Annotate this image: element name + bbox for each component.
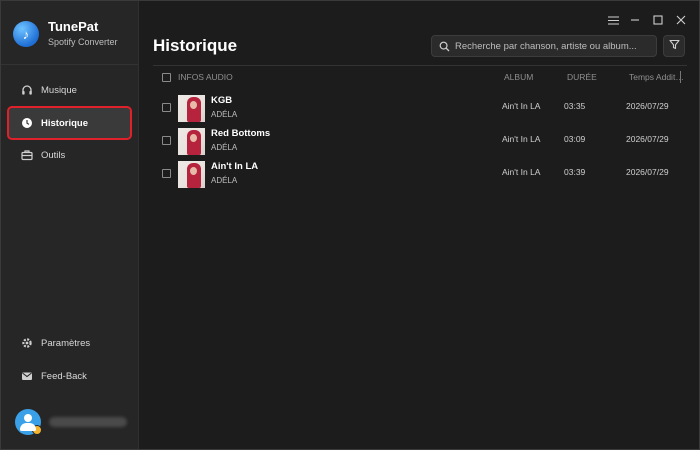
track-album: Ain't In LA	[502, 167, 541, 177]
premium-badge-icon	[32, 425, 42, 435]
app-window: ♪ TunePat Spotify Converter Musique Hist…	[0, 0, 700, 450]
track-date-added: 2026/07/29	[626, 167, 669, 177]
column-header-album[interactable]: ALBUM	[504, 72, 533, 82]
account-name-blurred	[49, 417, 127, 427]
sidebar-divider	[1, 64, 138, 65]
table-row[interactable]: Ain't In LA ADÉLA Ain't In LA 03:39 2026…	[153, 158, 687, 190]
headphones-icon	[21, 84, 33, 96]
column-header-infos-audio[interactable]: INFOS AUDIO	[178, 72, 233, 82]
column-header-duree[interactable]: DURÉE	[567, 72, 597, 82]
maximize-icon[interactable]	[651, 13, 665, 27]
menu-icon[interactable]	[606, 13, 620, 27]
column-header-temps-addition[interactable]: Temps Addition...	[629, 72, 684, 82]
sidebar-item-musique[interactable]: Musique	[9, 75, 130, 105]
sidebar-item-label: Feed-Back	[41, 370, 87, 382]
track-duration: 03:35	[564, 101, 586, 111]
gear-icon	[21, 337, 33, 349]
tunepat-logo-icon: ♪	[13, 21, 39, 47]
sidebar-item-label: Historique	[41, 117, 88, 129]
mail-icon	[21, 370, 33, 382]
track-artist: ADÉLA	[211, 176, 238, 185]
table-row[interactable]: Red Bottoms ADÉLA Ain't In LA 03:09 2026…	[153, 125, 687, 157]
brand: ♪ TunePat Spotify Converter	[13, 19, 118, 49]
album-cover	[178, 161, 205, 188]
track-duration: 03:39	[564, 167, 586, 177]
track-album: Ain't In LA	[502, 101, 541, 111]
sidebar-item-label: Musique	[41, 84, 77, 96]
sidebar-item-label: Paramètres	[41, 337, 91, 349]
sidebar-item-feedback[interactable]: Feed-Back	[9, 361, 130, 391]
avatar[interactable]	[15, 409, 42, 435]
track-title: Red Bottoms	[211, 128, 271, 139]
filter-icon	[668, 37, 680, 55]
filter-button[interactable]	[663, 35, 685, 57]
app-name: TunePat	[48, 19, 99, 34]
table-header: INFOS AUDIO ALBUM DURÉE Temps Addition..…	[153, 67, 687, 87]
header-divider	[153, 65, 687, 66]
table-row[interactable]: KGB ADÉLA Ain't In LA 03:35 2026/07/29	[153, 92, 687, 124]
sidebar-item-historique[interactable]: Historique	[7, 106, 132, 140]
album-cover	[178, 128, 205, 155]
close-icon[interactable]	[674, 13, 688, 27]
search-box[interactable]	[431, 35, 657, 57]
sidebar-item-outils[interactable]: Outils	[9, 140, 130, 170]
track-date-added: 2026/07/29	[626, 101, 669, 111]
sidebar: ♪ TunePat Spotify Converter Musique Hist…	[1, 1, 139, 449]
track-artist: ADÉLA	[211, 110, 238, 119]
select-all-checkbox[interactable]	[162, 73, 171, 82]
account-area[interactable]	[15, 409, 127, 435]
sidebar-item-label: Outils	[41, 149, 66, 161]
app-subtitle: Spotify Converter	[48, 37, 118, 47]
search-input[interactable]	[455, 40, 653, 52]
track-duration: 03:09	[564, 134, 586, 144]
sidebar-item-parametres[interactable]: Paramètres	[9, 328, 130, 358]
row-checkbox[interactable]	[162, 103, 171, 112]
album-cover	[178, 95, 205, 122]
row-checkbox[interactable]	[162, 169, 171, 178]
clock-icon	[21, 117, 33, 129]
page-title: Historique	[153, 36, 238, 55]
track-album: Ain't In LA	[502, 134, 541, 144]
minimize-icon[interactable]	[628, 13, 642, 27]
toolbox-icon	[21, 149, 33, 161]
track-date-added: 2026/07/29	[626, 134, 669, 144]
column-resize-handle[interactable]	[680, 71, 681, 83]
track-artist: ADÉLA	[211, 143, 238, 152]
track-title: KGB	[211, 95, 233, 106]
row-checkbox[interactable]	[162, 136, 171, 145]
search-icon	[439, 40, 451, 52]
track-title: Ain't In LA	[211, 161, 259, 172]
